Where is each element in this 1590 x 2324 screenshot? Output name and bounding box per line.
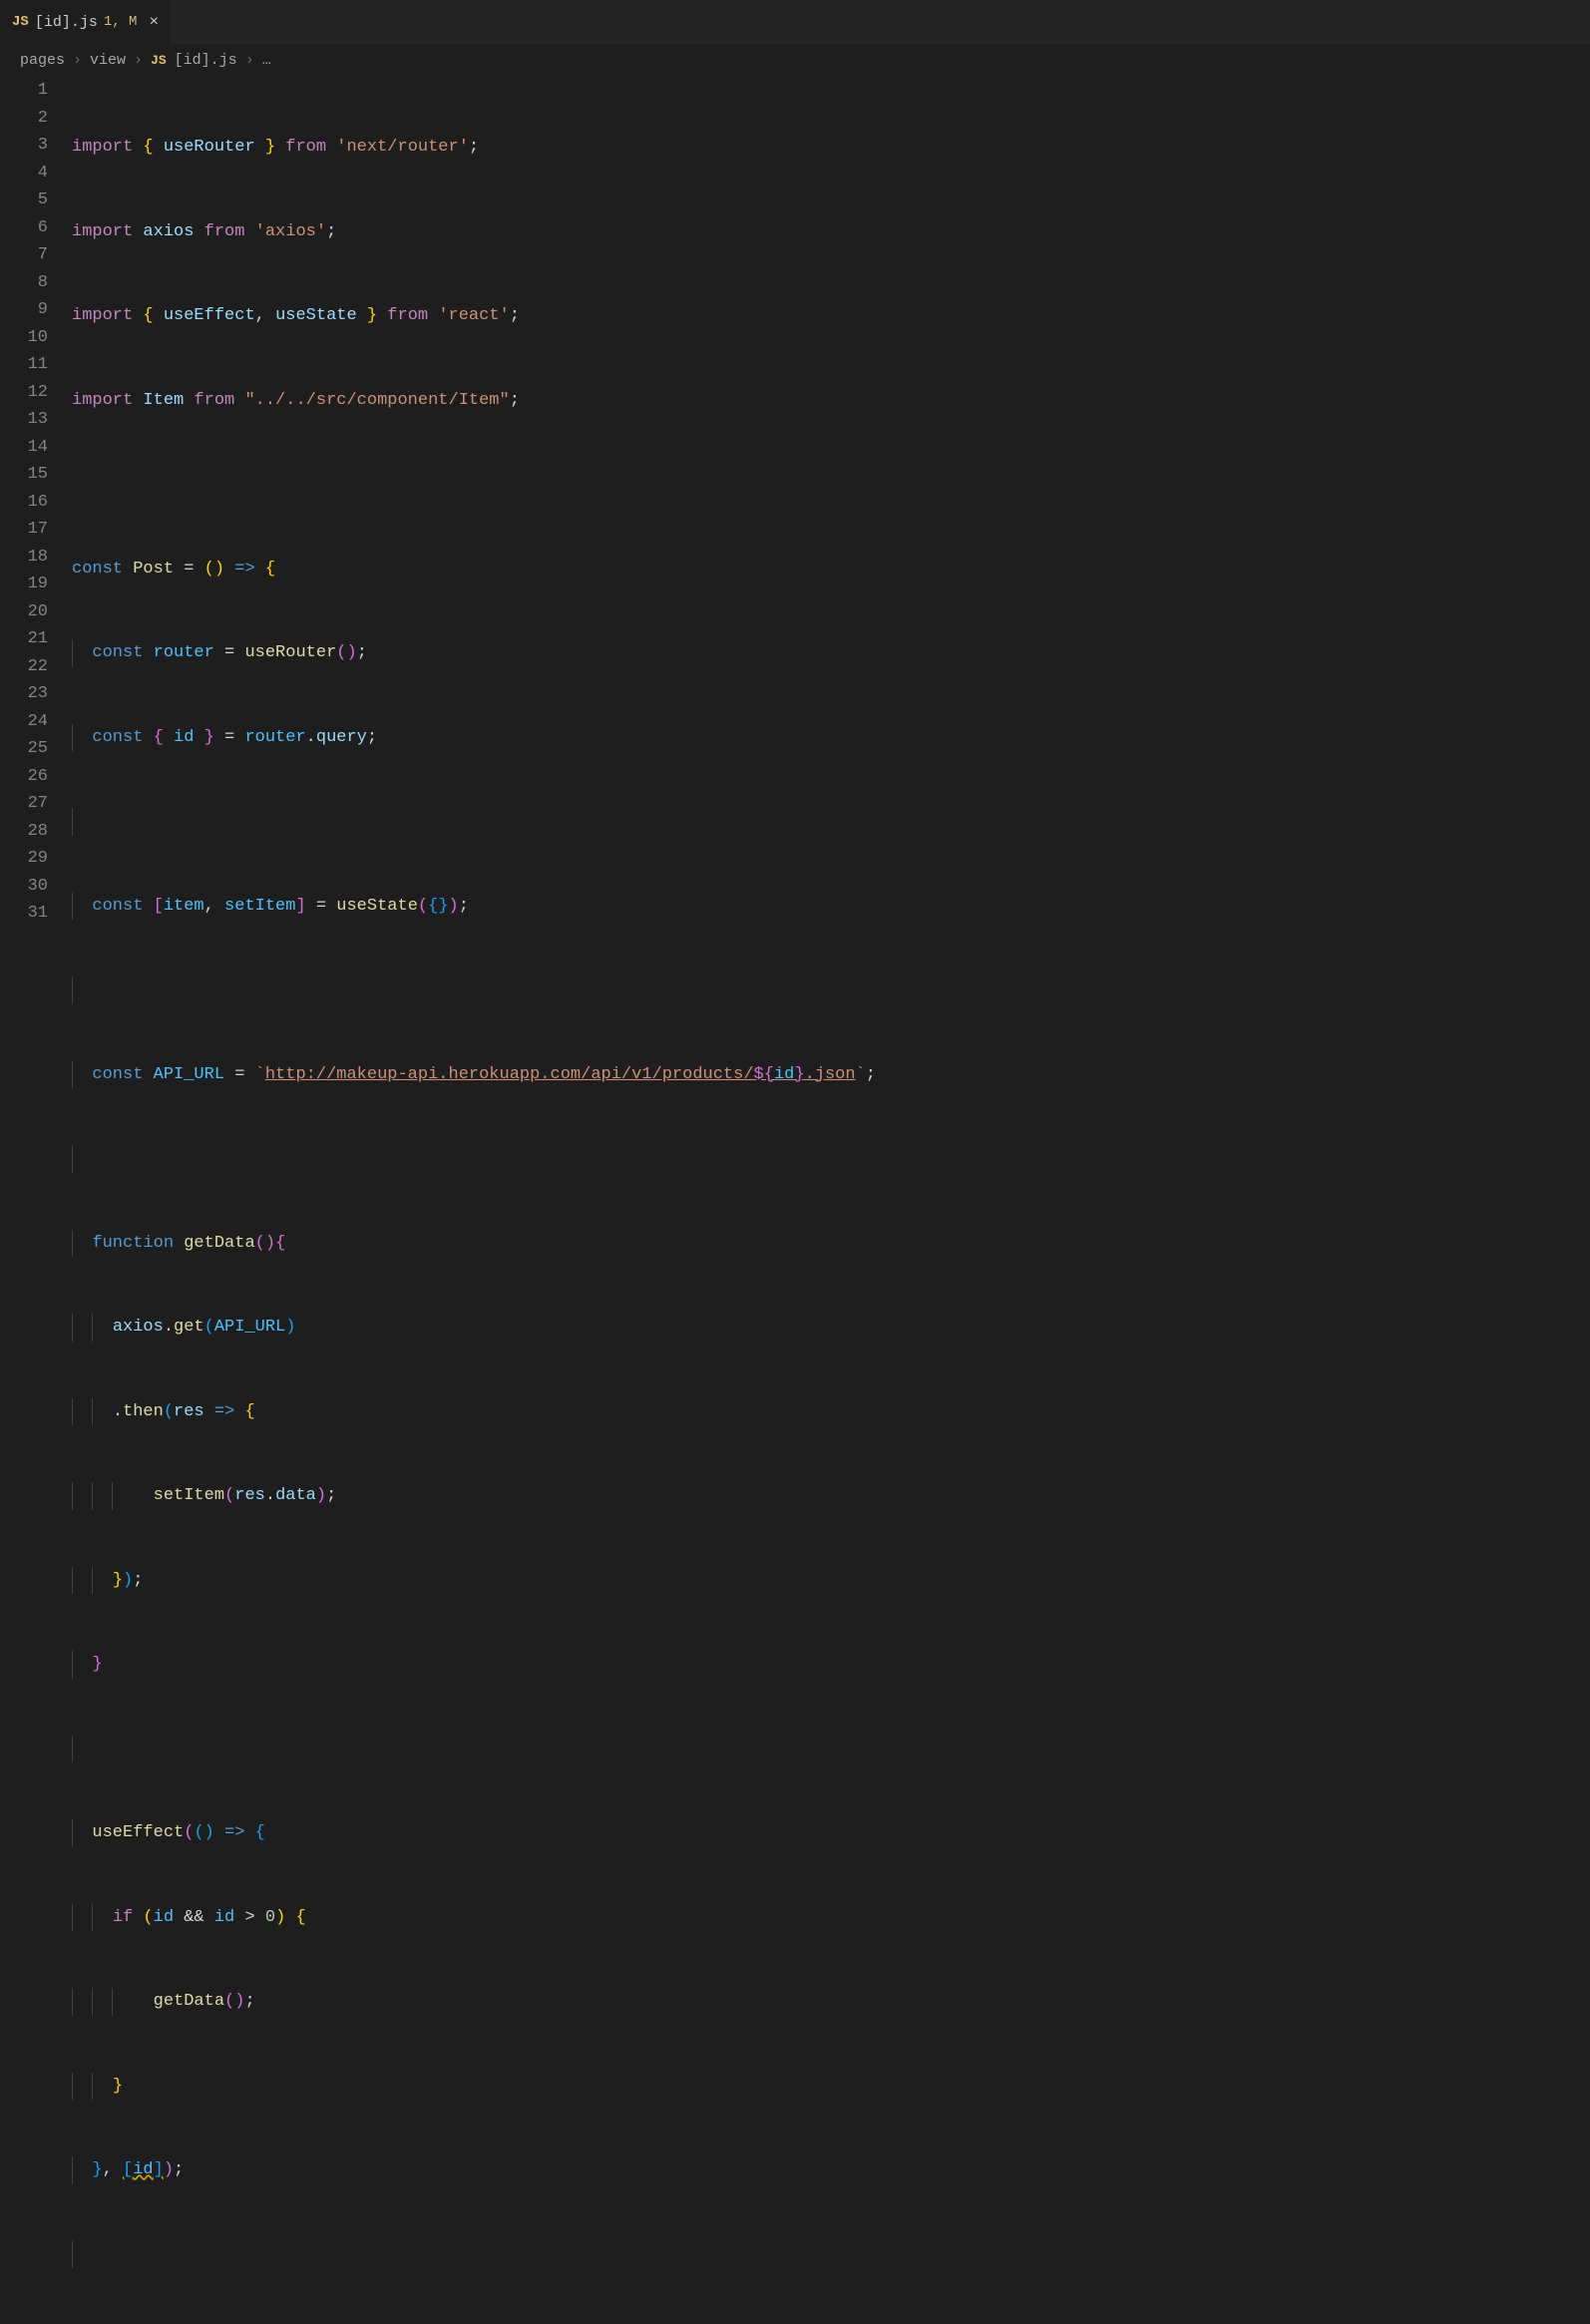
chevron-right-icon: › <box>245 52 254 69</box>
code-line[interactable]: const [item, setItem] = useState({}); <box>72 893 1590 921</box>
line-number: 11 <box>0 351 48 379</box>
line-number: 21 <box>0 625 48 653</box>
breadcrumb: pages › view › JS [id].js › … <box>0 44 1590 73</box>
line-number: 25 <box>0 735 48 763</box>
line-number: 26 <box>0 763 48 791</box>
js-icon: JS <box>151 53 167 68</box>
line-number: 16 <box>0 489 48 517</box>
line-number: 20 <box>0 598 48 626</box>
tab-filename: [id].js <box>35 14 98 31</box>
line-number: 24 <box>0 708 48 736</box>
line-number: 12 <box>0 379 48 407</box>
line-number: 23 <box>0 680 48 708</box>
line-number: 15 <box>0 461 48 489</box>
code-line[interactable] <box>72 808 1590 836</box>
breadcrumb-trailing[interactable]: … <box>262 52 271 69</box>
code-line[interactable]: import { useRouter } from 'next/router'; <box>72 134 1590 162</box>
chevron-right-icon: › <box>134 52 143 69</box>
breadcrumb-file[interactable]: [id].js <box>175 52 237 69</box>
code-line[interactable]: import { useEffect, useState } from 'rea… <box>72 302 1590 330</box>
code-line[interactable] <box>72 976 1590 1004</box>
code-line[interactable]: import axios from 'axios'; <box>72 218 1590 246</box>
line-number: 18 <box>0 544 48 572</box>
line-number: 8 <box>0 269 48 297</box>
line-number: 17 <box>0 516 48 544</box>
code-area[interactable]: import { useRouter } from 'next/router';… <box>72 73 1590 1155</box>
line-number: 10 <box>0 324 48 352</box>
line-number: 22 <box>0 653 48 681</box>
line-number: 5 <box>0 187 48 214</box>
tab-status: 1, M <box>104 14 138 30</box>
line-number: 3 <box>0 132 48 160</box>
code-line[interactable]: axios.get(API_URL) <box>72 1314 1590 1342</box>
code-line[interactable]: }); <box>72 1567 1590 1595</box>
code-line[interactable]: const API_URL = `http://makeup-api.herok… <box>72 1061 1590 1089</box>
line-number: 27 <box>0 790 48 818</box>
line-number: 6 <box>0 214 48 242</box>
code-line[interactable] <box>72 1145 1590 1173</box>
code-line[interactable]: const router = useRouter(); <box>72 639 1590 667</box>
code-line[interactable]: const { id } = router.query; <box>72 724 1590 752</box>
line-number: 30 <box>0 873 48 901</box>
breadcrumb-item[interactable]: pages <box>20 52 65 69</box>
code-line[interactable]: useEffect(() => { <box>72 1819 1590 1847</box>
line-number: 28 <box>0 818 48 846</box>
tab-bar: JS [id].js 1, M × <box>0 0 1590 44</box>
line-number: 14 <box>0 434 48 462</box>
close-icon[interactable]: × <box>149 13 159 31</box>
code-line[interactable]: if (id && id > 0) { <box>72 1904 1590 1932</box>
code-line[interactable]: import Item from "../../src/component/It… <box>72 387 1590 415</box>
breadcrumb-item[interactable]: view <box>90 52 126 69</box>
line-number: 9 <box>0 296 48 324</box>
line-number: 4 <box>0 160 48 188</box>
line-number: 13 <box>0 406 48 434</box>
code-line[interactable] <box>72 1736 1590 1763</box>
code-line[interactable]: function getData(){ <box>72 1230 1590 1258</box>
code-line[interactable]: .then(res => { <box>72 1398 1590 1426</box>
tab-active[interactable]: JS [id].js 1, M × <box>0 0 172 44</box>
code-line[interactable] <box>72 471 1590 499</box>
line-number-gutter: 1234567891011121314151617181920212223242… <box>0 73 72 1155</box>
line-number: 2 <box>0 105 48 133</box>
code-line[interactable]: }, [id]); <box>72 2156 1590 2184</box>
code-line[interactable]: const Post = () => { <box>72 556 1590 583</box>
line-number: 31 <box>0 900 48 928</box>
line-number: 1 <box>0 77 48 105</box>
code-line[interactable]: setItem(res.data); <box>72 1482 1590 1510</box>
code-editor[interactable]: 1234567891011121314151617181920212223242… <box>0 73 1590 1155</box>
line-number: 19 <box>0 571 48 598</box>
code-line[interactable] <box>72 2241 1590 2269</box>
line-number: 7 <box>0 241 48 269</box>
chevron-right-icon: › <box>73 52 82 69</box>
code-line[interactable]: } <box>72 2073 1590 2101</box>
line-number: 29 <box>0 845 48 873</box>
code-line[interactable]: getData(); <box>72 1988 1590 2016</box>
code-line[interactable]: } <box>72 1651 1590 1679</box>
js-icon: JS <box>12 14 29 30</box>
